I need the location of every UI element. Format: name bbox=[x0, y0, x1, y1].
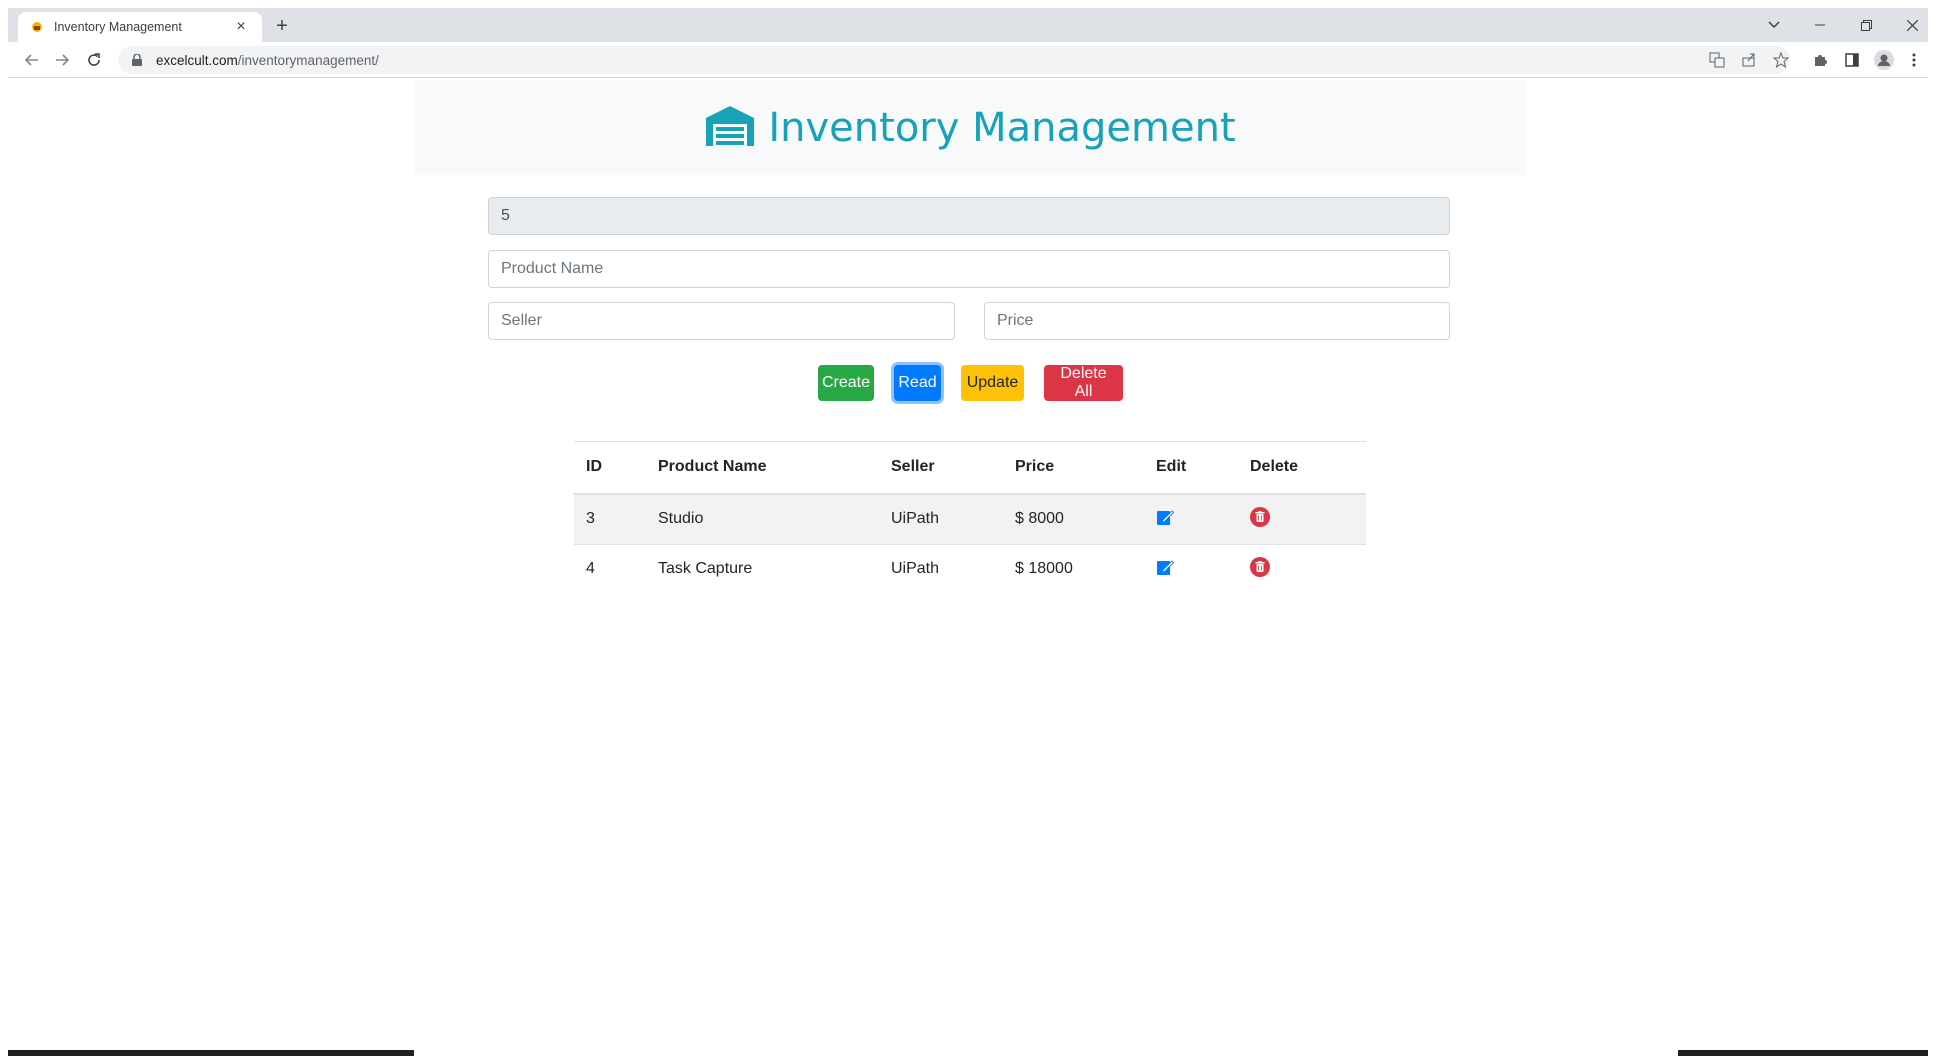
cell-id: 3 bbox=[574, 493, 646, 544]
update-button[interactable]: Update bbox=[961, 365, 1024, 401]
bookmark-star-icon[interactable] bbox=[1772, 51, 1790, 69]
minimize-icon[interactable] bbox=[1808, 14, 1832, 36]
cell-seller: UiPath bbox=[879, 493, 1003, 544]
cell-price: $ 18000 bbox=[1003, 543, 1144, 594]
read-button[interactable]: Read bbox=[894, 365, 941, 401]
taskbar-strip-right bbox=[1678, 1050, 1928, 1056]
url-path: /inventorymanagement/ bbox=[237, 52, 379, 68]
side-panel-icon[interactable] bbox=[1840, 48, 1864, 72]
back-icon[interactable] bbox=[20, 48, 44, 72]
cell-edit bbox=[1144, 543, 1238, 594]
cell-price: $ 8000 bbox=[1003, 493, 1144, 544]
tab-search-icon[interactable] bbox=[1762, 14, 1786, 36]
browser-tab[interactable]: Inventory Management × bbox=[18, 12, 262, 42]
browser-tab-bar: Inventory Management × + bbox=[8, 8, 1928, 42]
delete-icon[interactable] bbox=[1250, 556, 1270, 582]
delete-icon[interactable] bbox=[1250, 506, 1270, 532]
new-tab-button[interactable]: + bbox=[270, 16, 294, 36]
extensions-icon[interactable] bbox=[1808, 48, 1832, 72]
create-button[interactable]: Create bbox=[818, 365, 874, 401]
seller-input[interactable] bbox=[488, 302, 955, 340]
lock-icon[interactable] bbox=[132, 53, 146, 67]
column-header-product-name: Product Name bbox=[646, 441, 879, 495]
translate-icon[interactable] bbox=[1708, 51, 1726, 69]
warehouse-icon bbox=[704, 104, 756, 151]
column-header-seller: Seller bbox=[879, 441, 1003, 495]
id-field[interactable] bbox=[488, 197, 1450, 235]
reload-icon[interactable] bbox=[82, 48, 106, 72]
cell-product-name: Task Capture bbox=[646, 543, 879, 594]
column-header-edit: Edit bbox=[1144, 441, 1238, 495]
address-bar[interactable]: excelcult.com/inventorymanagement/ bbox=[118, 46, 1790, 74]
product-name-input[interactable] bbox=[488, 250, 1450, 288]
cell-id: 4 bbox=[574, 543, 646, 594]
restore-icon[interactable] bbox=[1854, 14, 1878, 36]
cell-product-name: Studio bbox=[646, 493, 879, 544]
cell-edit bbox=[1144, 493, 1238, 544]
column-header-delete: Delete bbox=[1238, 441, 1366, 495]
taskbar-strip-left bbox=[8, 1050, 414, 1056]
table-header-row: ID Product Name Seller Price Edit Delete bbox=[574, 441, 1366, 495]
close-window-icon[interactable] bbox=[1900, 14, 1924, 36]
edit-icon[interactable] bbox=[1156, 508, 1175, 531]
menu-kebab-icon[interactable] bbox=[1902, 48, 1926, 72]
page-title: Inventory Management bbox=[768, 104, 1236, 151]
tab-close-icon[interactable]: × bbox=[232, 18, 250, 36]
share-icon[interactable] bbox=[1740, 51, 1758, 69]
column-header-price: Price bbox=[1003, 441, 1144, 495]
browser-toolbar: excelcult.com/inventorymanagement/ bbox=[8, 42, 1928, 78]
tab-title: Inventory Management bbox=[54, 20, 182, 34]
inventory-table: ID Product Name Seller Price Edit Delete… bbox=[574, 441, 1366, 594]
table-row: 4 Task Capture UiPath $ 18000 bbox=[574, 543, 1366, 594]
column-header-id: ID bbox=[574, 441, 646, 495]
price-input[interactable] bbox=[984, 302, 1450, 340]
table-row: 3 Studio UiPath $ 8000 bbox=[574, 493, 1366, 544]
cell-delete bbox=[1238, 493, 1366, 544]
cell-delete bbox=[1238, 543, 1366, 594]
delete-all-button[interactable]: Delete All bbox=[1044, 365, 1123, 401]
edit-icon[interactable] bbox=[1156, 558, 1175, 581]
favicon-icon bbox=[30, 20, 44, 34]
url-host: excelcult.com bbox=[156, 52, 238, 68]
forward-icon[interactable] bbox=[50, 48, 74, 72]
cell-seller: UiPath bbox=[879, 543, 1003, 594]
page-header: Inventory Management bbox=[414, 80, 1526, 175]
profile-avatar-icon[interactable] bbox=[1872, 48, 1896, 72]
